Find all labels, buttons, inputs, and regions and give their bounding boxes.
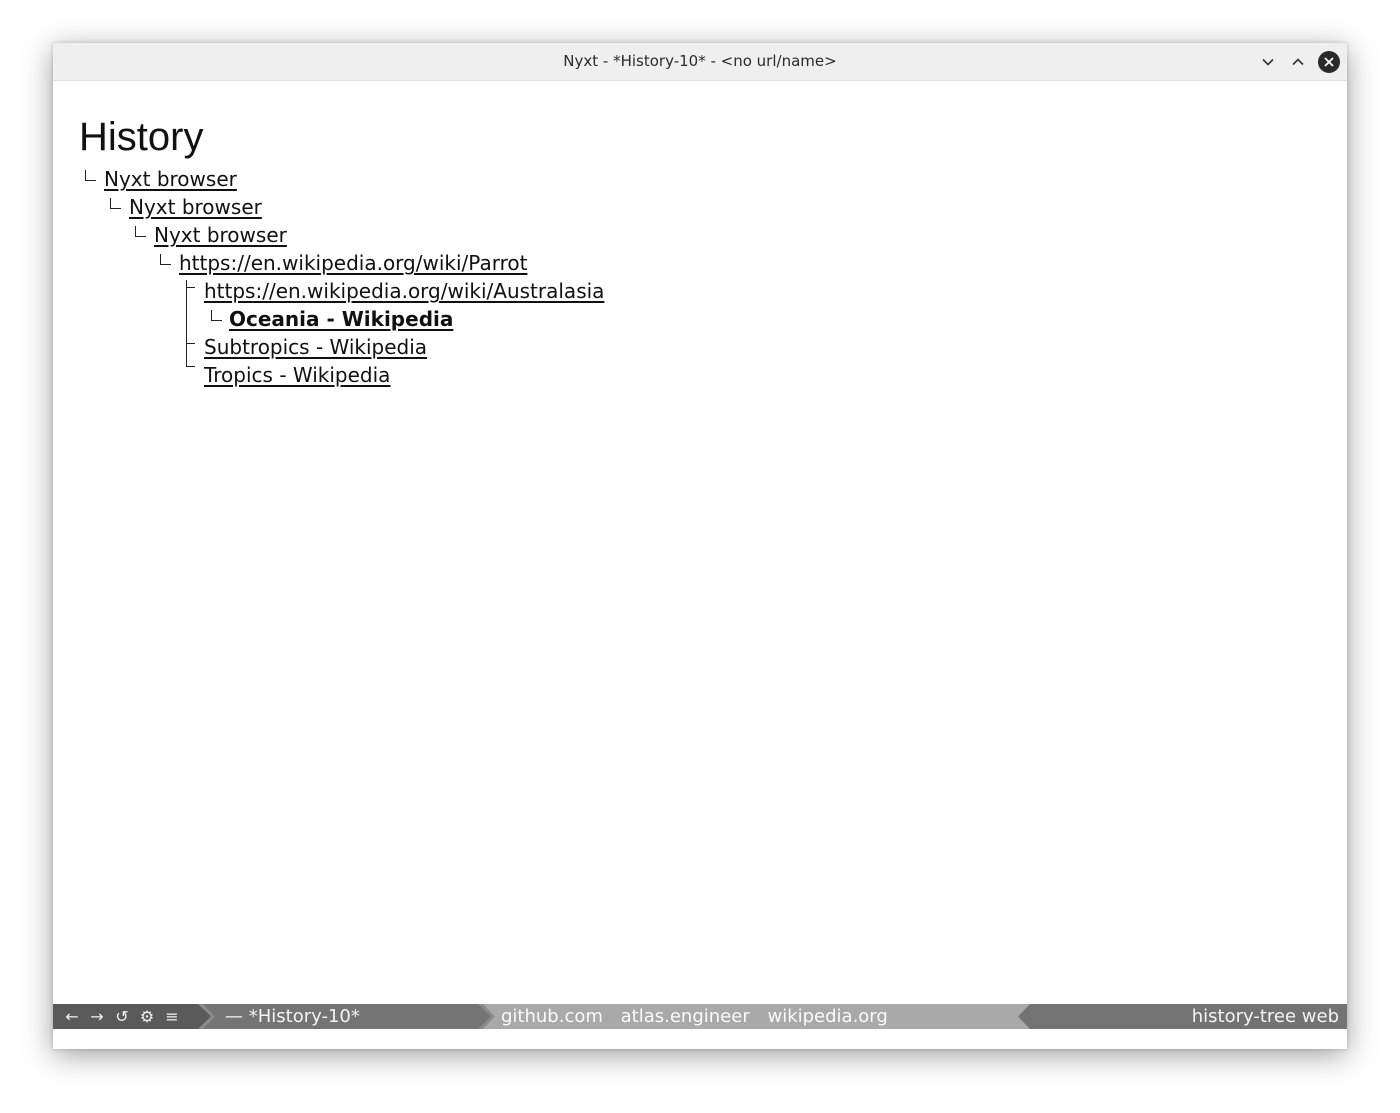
domain-tab[interactable]: github.com	[501, 1006, 603, 1027]
reload-icon[interactable]: ↺	[113, 1004, 131, 1029]
tree-connector	[186, 366, 195, 367]
tree-node: Tropics - Wikipedia	[204, 361, 390, 389]
history-link[interactable]: https://en.wikipedia.org/wiki/Australasi…	[204, 279, 604, 303]
tree-node: https://en.wikipedia.org/wiki/Australasi…	[204, 277, 604, 305]
tree-connector	[186, 343, 195, 344]
domain-tab[interactable]: wikipedia.org	[767, 1006, 887, 1027]
chevron-down-icon	[1262, 58, 1274, 66]
modes-indicator[interactable]: history-tree web	[1018, 1004, 1347, 1029]
forward-icon[interactable]: →	[88, 1004, 106, 1029]
current-history-link[interactable]: Oceania - Wikipedia	[229, 307, 453, 331]
menu-icon[interactable]: ≡	[163, 1004, 181, 1029]
tree-connector	[110, 198, 121, 209]
tree-connector	[85, 170, 96, 181]
domain-tab[interactable]: atlas.engineer	[621, 1006, 750, 1027]
tree-connector	[160, 254, 171, 265]
tree-connector	[211, 310, 222, 321]
settings-icon[interactable]: ⚙	[138, 1004, 156, 1029]
history-link[interactable]: Nyxt browser	[129, 195, 262, 219]
history-link[interactable]: https://en.wikipedia.org/wiki/Parrot	[179, 251, 527, 275]
tree-connector	[135, 226, 146, 237]
page-title: History	[79, 115, 204, 159]
history-link[interactable]: Tropics - Wikipedia	[204, 363, 390, 387]
tree-node: Nyxt browser	[154, 221, 287, 249]
back-icon[interactable]: ←	[63, 1004, 81, 1029]
history-link[interactable]: Nyxt browser	[104, 167, 237, 191]
close-button[interactable]	[1318, 51, 1340, 73]
tree-node: Subtropics - Wikipedia	[204, 333, 427, 361]
status-bar: ← → ↺ ⚙ ≡ — *History-10* github.com atla…	[53, 1004, 1347, 1029]
browser-window: Nyxt - *History-10* - <no url/name> Hist…	[53, 43, 1347, 1049]
tree-connector	[186, 287, 195, 288]
nav-controls: ← → ↺ ⚙ ≡	[53, 1004, 211, 1029]
tree-node: https://en.wikipedia.org/wiki/Parrot	[179, 249, 527, 277]
tree-connector	[186, 280, 187, 367]
minimize-button[interactable]	[1257, 51, 1279, 73]
chevron-up-icon	[1292, 58, 1304, 66]
page-content: History Nyxt browser Nyxt browser Nyxt b…	[53, 81, 1347, 1004]
tree-node: Nyxt browser	[104, 165, 237, 193]
history-link[interactable]: Nyxt browser	[154, 223, 287, 247]
buffer-domains: github.com atlas.engineer wikipedia.org	[483, 1004, 1043, 1029]
close-icon	[1318, 51, 1340, 73]
title-bar[interactable]: Nyxt - *History-10* - <no url/name>	[53, 43, 1347, 81]
history-link[interactable]: Subtropics - Wikipedia	[204, 335, 427, 359]
buffer-name[interactable]: — *History-10*	[203, 1004, 491, 1029]
tree-node: Nyxt browser	[129, 193, 262, 221]
maximize-button[interactable]	[1287, 51, 1309, 73]
tree-node-current: Oceania - Wikipedia	[229, 305, 453, 333]
window-title: Nyxt - *History-10* - <no url/name>	[563, 52, 837, 70]
